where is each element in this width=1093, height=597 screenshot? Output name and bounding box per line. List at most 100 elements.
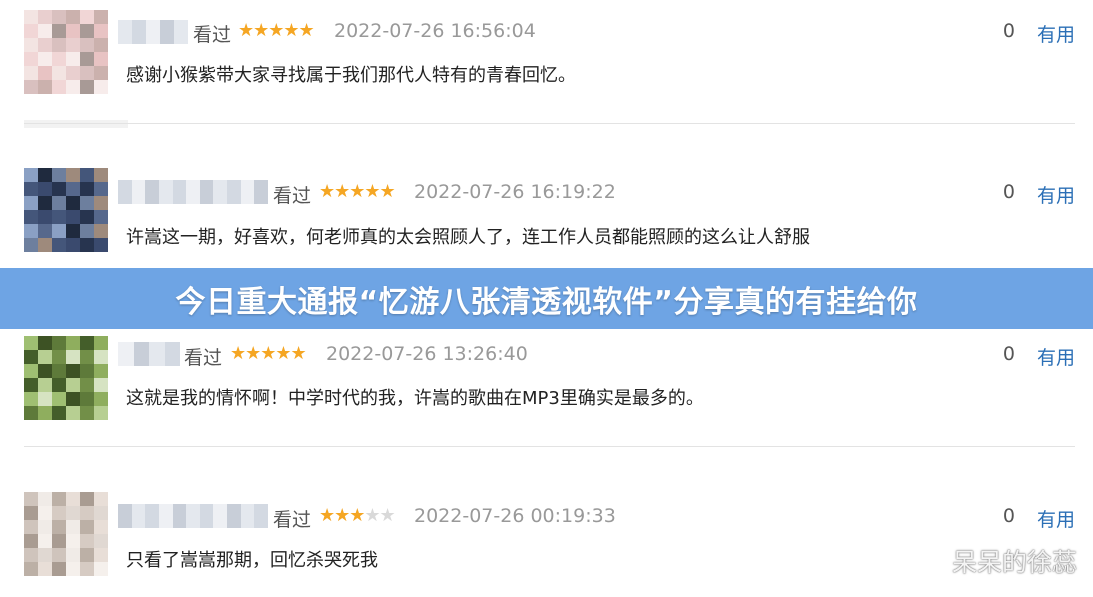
mosaic-cell <box>94 52 108 66</box>
rating-stars: ★★★★★ <box>230 343 307 364</box>
mosaic-cell <box>24 210 38 224</box>
username-blurred[interactable] <box>118 342 180 366</box>
useful-button[interactable]: 有用 <box>1037 181 1075 208</box>
mosaic-cell <box>80 66 94 80</box>
mosaic-cell <box>38 196 52 210</box>
useful-button[interactable]: 有用 <box>1037 343 1075 370</box>
mosaic-cell <box>24 52 38 66</box>
mosaic-cell <box>52 52 66 66</box>
mosaic-cell <box>52 10 66 24</box>
divider <box>24 123 1075 124</box>
avatar[interactable] <box>24 336 108 420</box>
username-blurred[interactable] <box>118 180 268 204</box>
mosaic-cell <box>52 38 66 52</box>
mosaic-cell <box>186 504 200 528</box>
mosaic-cell <box>52 364 66 378</box>
mosaic-cell <box>254 504 268 528</box>
username-blurred[interactable] <box>118 504 268 528</box>
mosaic-cell <box>94 24 108 38</box>
mosaic-cell <box>94 406 108 420</box>
mosaic-cell <box>24 38 38 52</box>
mosaic-cell <box>66 238 80 252</box>
mosaic-cell <box>94 548 108 562</box>
useful-count: 0 <box>1002 181 1015 203</box>
mosaic-cell <box>66 66 80 80</box>
mosaic-cell <box>66 406 80 420</box>
mosaic-cell <box>38 506 52 520</box>
mosaic-cell <box>24 80 38 94</box>
filled-stars: ★★★ <box>319 505 365 526</box>
mosaic-cell <box>66 224 80 238</box>
mosaic-cell <box>24 182 38 196</box>
mosaic-cell <box>52 392 66 406</box>
mosaic-cell <box>38 38 52 52</box>
mosaic-cell <box>240 180 255 204</box>
mosaic-cell <box>38 534 52 548</box>
mosaic-cell <box>52 492 66 506</box>
mosaic-cell <box>38 10 52 24</box>
mosaic-cell <box>80 52 94 66</box>
mosaic-cell <box>94 168 108 182</box>
mosaic-cell <box>24 506 38 520</box>
mosaic-cell <box>118 342 134 366</box>
mosaic-cell <box>80 492 94 506</box>
watched-status: 看过 <box>193 24 232 46</box>
mosaic-cell <box>131 180 146 204</box>
filled-stars: ★★★★★ <box>230 343 307 364</box>
mosaic-cell <box>38 406 52 420</box>
mosaic-cell <box>38 378 52 392</box>
mosaic-cell <box>38 24 52 38</box>
blurred-strip <box>24 120 128 128</box>
mosaic-cell <box>24 10 38 24</box>
mosaic-cell <box>52 406 66 420</box>
mosaic-cell <box>66 182 80 196</box>
mosaic-cell <box>66 38 80 52</box>
mosaic-cell <box>94 534 108 548</box>
watermark: 呆呆的徐蕊 <box>951 548 1077 577</box>
mosaic-cell <box>24 520 38 534</box>
mosaic-cell <box>24 168 38 182</box>
mosaic-cell <box>213 180 227 204</box>
mosaic-cell <box>24 534 38 548</box>
useful-button[interactable]: 有用 <box>1037 505 1075 532</box>
mosaic-cell <box>38 562 52 576</box>
mosaic-cell <box>213 504 227 528</box>
mosaic-cell <box>94 210 108 224</box>
headline-banner: 今日重大通报“忆游八张清透视软件”分享真的有挂给你 <box>0 268 1093 329</box>
mosaic-cell <box>52 506 66 520</box>
review-date: 2022-07-26 00:19:33 <box>414 505 616 527</box>
mosaic-cell <box>94 182 108 196</box>
mosaic-cell <box>52 196 66 210</box>
mosaic-cell <box>94 238 108 252</box>
mosaic-cell <box>94 378 108 392</box>
mosaic-cell <box>66 210 80 224</box>
mosaic-cell <box>158 504 173 528</box>
mosaic-cell <box>66 548 80 562</box>
mosaic-cell <box>66 562 80 576</box>
mosaic-cell <box>38 336 52 350</box>
mosaic-cell <box>145 504 159 528</box>
mosaic-cell <box>164 342 180 366</box>
mosaic-cell <box>80 378 94 392</box>
mosaic-cell <box>52 562 66 576</box>
review-date: 2022-07-26 13:26:40 <box>326 343 528 365</box>
useful-button[interactable]: 有用 <box>1037 20 1075 47</box>
mosaic-cell <box>133 342 149 366</box>
avatar[interactable] <box>24 10 108 94</box>
watched-status: 看过 <box>273 509 312 531</box>
rating-stars: ★★★★★ <box>319 181 396 202</box>
username-blurred[interactable] <box>118 20 188 44</box>
mosaic-cell <box>94 336 108 350</box>
mosaic-cell <box>80 562 94 576</box>
avatar[interactable] <box>24 492 108 576</box>
mosaic-cell <box>52 168 66 182</box>
mosaic-cell <box>24 378 38 392</box>
mosaic-cell <box>52 336 66 350</box>
useful-count: 0 <box>1002 20 1015 42</box>
mosaic-cell <box>24 238 38 252</box>
banner-text: 今日重大通报“忆游八张清透视软件”分享真的有挂给你 <box>175 284 918 320</box>
mosaic-cell <box>80 210 94 224</box>
mosaic-cell <box>94 38 108 52</box>
mosaic-cell <box>66 392 80 406</box>
avatar[interactable] <box>24 168 108 252</box>
